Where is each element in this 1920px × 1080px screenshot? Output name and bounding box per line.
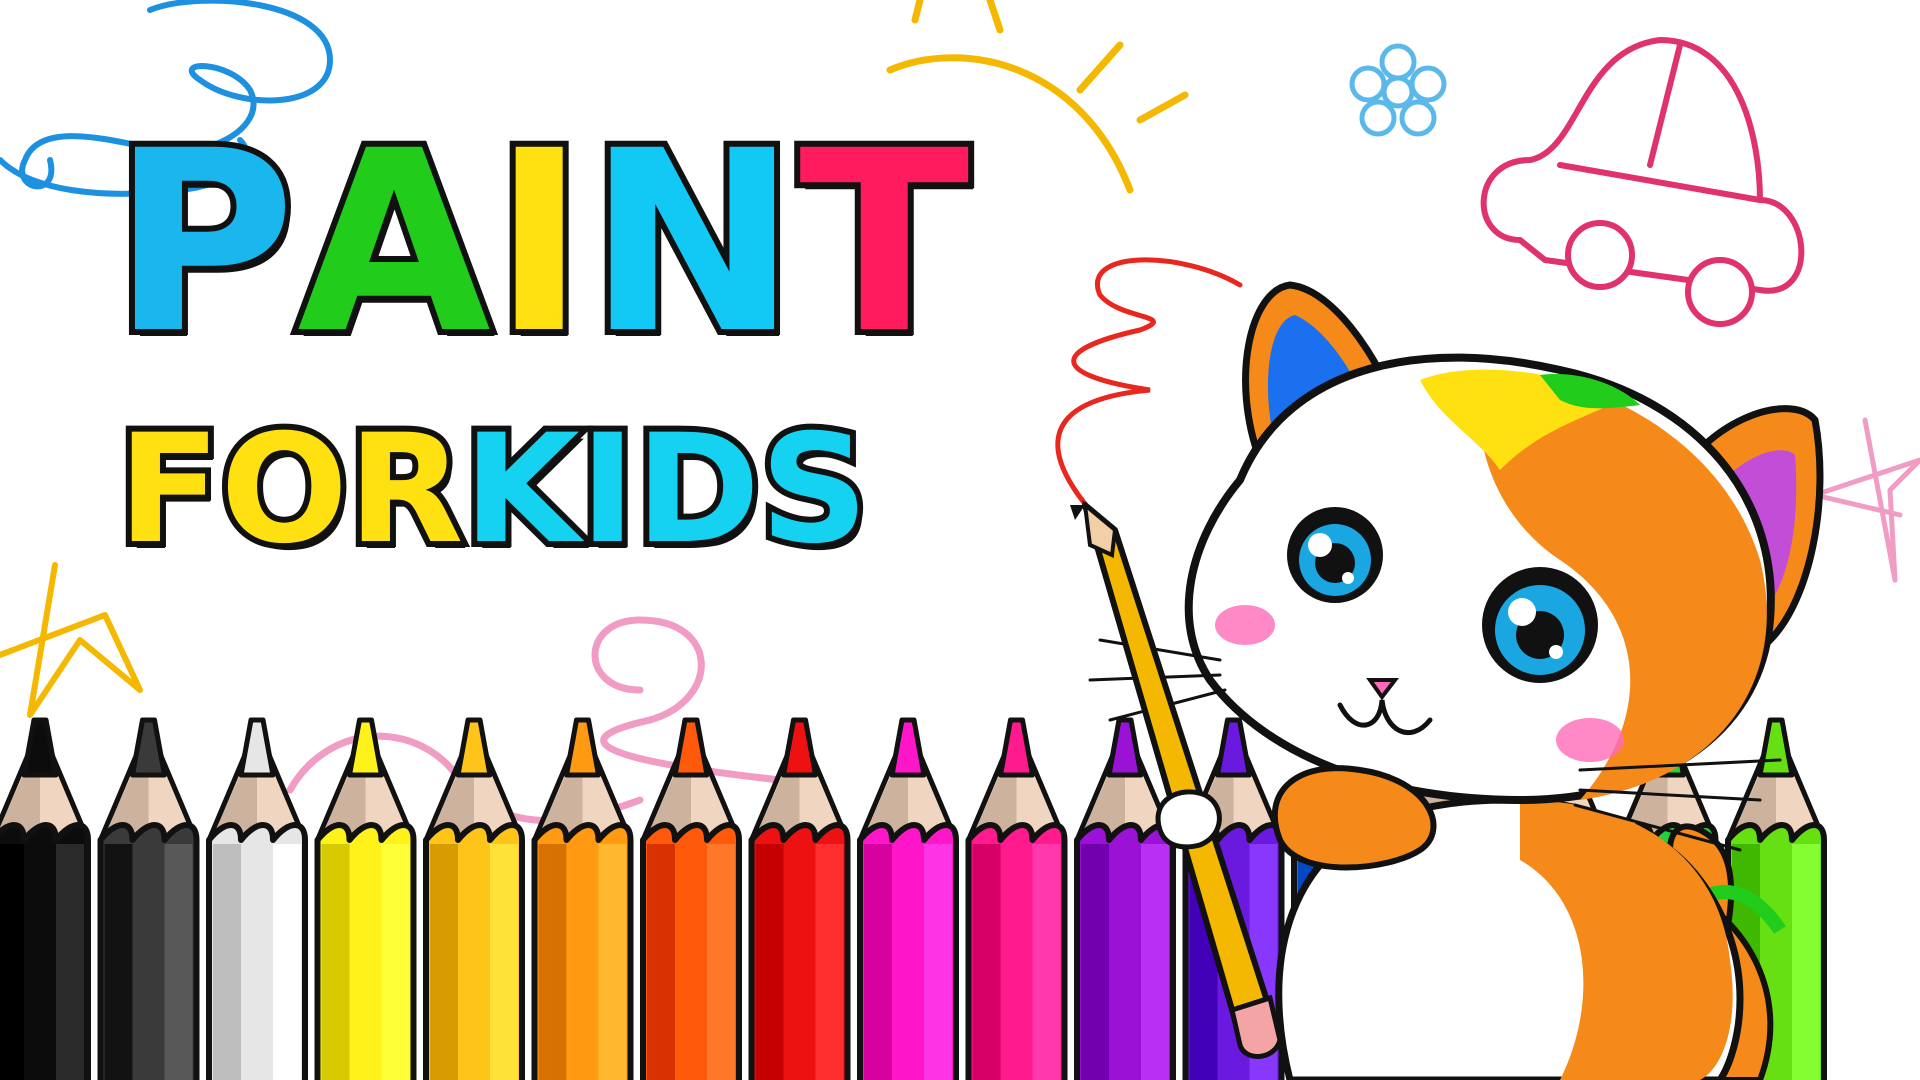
game-title-screen: PAINT FORKIDS — [0, 0, 1920, 1080]
cat-character-icon — [1070, 281, 1824, 1080]
